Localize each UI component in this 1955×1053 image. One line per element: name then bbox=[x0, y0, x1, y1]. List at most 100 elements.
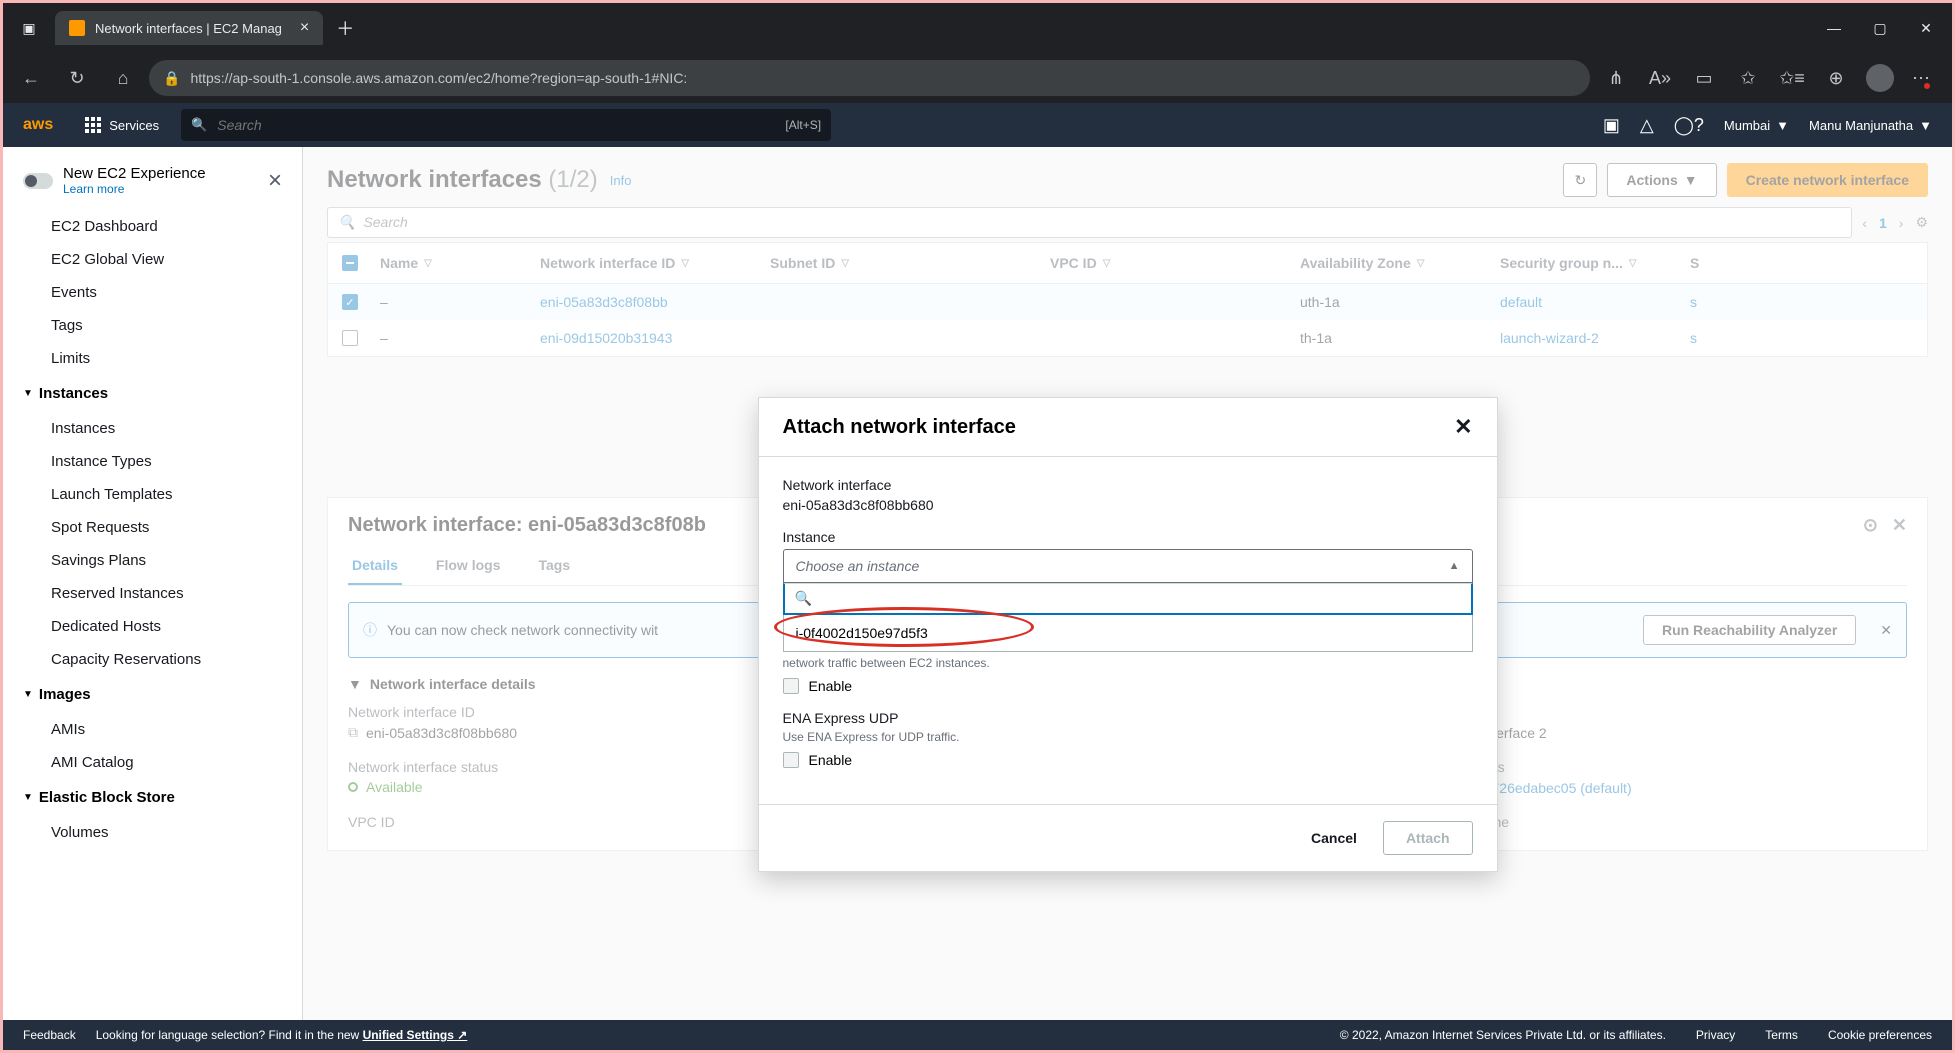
search-icon: 🔍 bbox=[795, 590, 812, 607]
sidebar-item-limits[interactable]: Limits bbox=[3, 342, 302, 375]
sidebar-item-savings-plans[interactable]: Savings Plans bbox=[3, 544, 302, 577]
cancel-button[interactable]: Cancel bbox=[1297, 821, 1371, 855]
instance-search-input[interactable]: 🔍 bbox=[783, 583, 1473, 615]
url-input[interactable]: 🔒 https://ap-south-1.console.aws.amazon.… bbox=[149, 60, 1590, 96]
instance-label: Instance bbox=[783, 529, 1473, 545]
modal-footer: Cancel Attach bbox=[759, 804, 1497, 871]
terms-link[interactable]: Terms bbox=[1765, 1028, 1798, 1042]
reader-icon[interactable]: ▭ bbox=[1684, 58, 1724, 98]
ena-help: Use ENA Express for UDP traffic. bbox=[783, 730, 1473, 744]
modal-close-icon[interactable]: ✕ bbox=[1454, 414, 1472, 440]
modal-body: Network interface eni-05a83d3c8f08bb680 … bbox=[759, 457, 1497, 804]
user-menu[interactable]: Manu Manjunatha▼ bbox=[1809, 118, 1932, 133]
sidebar-item-instances[interactable]: Instances bbox=[3, 412, 302, 445]
privacy-link[interactable]: Privacy bbox=[1696, 1028, 1735, 1042]
new-exp-label: New EC2 Experience bbox=[63, 165, 206, 182]
sidebar: New EC2 Experience Learn more × EC2 Dash… bbox=[3, 147, 303, 1020]
caret-down-icon: ▼ bbox=[23, 792, 33, 803]
sidebar-item-reserved-instances[interactable]: Reserved Instances bbox=[3, 577, 302, 610]
cookie-link[interactable]: Cookie preferences bbox=[1828, 1028, 1932, 1042]
sidebar-item-volumes[interactable]: Volumes bbox=[3, 816, 302, 849]
aws-search-input[interactable] bbox=[217, 117, 775, 133]
sidebar-item-instance-types[interactable]: Instance Types bbox=[3, 445, 302, 478]
chevron-down-icon: ▼ bbox=[1776, 118, 1789, 133]
sidebar-item-events[interactable]: Events bbox=[3, 276, 302, 309]
more-icon[interactable]: ⋯ bbox=[1904, 58, 1944, 98]
ena-enable-row: Enable bbox=[783, 752, 1473, 768]
maximize-icon[interactable]: ▢ bbox=[1862, 10, 1898, 46]
profile-icon[interactable] bbox=[1860, 58, 1900, 98]
sidebar-section-ebs[interactable]: ▼Elastic Block Store bbox=[3, 779, 302, 816]
aws-favicon-icon bbox=[69, 20, 85, 36]
modal-header: Attach network interface ✕ bbox=[759, 398, 1497, 457]
url-text: https://ap-south-1.console.aws.amazon.co… bbox=[190, 70, 687, 86]
enable-row: Enable bbox=[783, 678, 1473, 694]
tab-title: Network interfaces | EC2 Manag bbox=[95, 21, 282, 36]
home-icon[interactable]: ⌂ bbox=[103, 58, 143, 98]
aws-search-box[interactable]: 🔍 [Alt+S] bbox=[181, 109, 831, 141]
language-text: Looking for language selection? Find it … bbox=[96, 1028, 468, 1042]
help-icon[interactable]: ◯? bbox=[1674, 115, 1704, 136]
instance-option[interactable]: i-0f4002d150e97d5f3 bbox=[783, 615, 1473, 652]
new-tab-button[interactable]: ＋ bbox=[331, 14, 359, 42]
collections-icon[interactable]: ⊕ bbox=[1816, 58, 1856, 98]
sidebar-section-images[interactable]: ▼Images bbox=[3, 676, 302, 713]
sidebar-item-capacity-reservations[interactable]: Capacity Reservations bbox=[3, 643, 302, 676]
help-text: network traffic between EC2 instances. bbox=[783, 656, 1473, 670]
aws-navbar: aws Services 🔍 [Alt+S] ▣ △ ◯? Mumbai▼ Ma… bbox=[3, 103, 1952, 147]
close-window-icon[interactable]: ✕ bbox=[1908, 10, 1944, 46]
experience-toggle[interactable] bbox=[23, 173, 53, 189]
ni-value: eni-05a83d3c8f08bb680 bbox=[783, 497, 1473, 513]
copyright: © 2022, Amazon Internet Services Private… bbox=[1340, 1028, 1666, 1042]
region-selector[interactable]: Mumbai▼ bbox=[1724, 118, 1789, 133]
instance-select[interactable]: Choose an instance ▲ bbox=[783, 549, 1473, 583]
caret-down-icon: ▼ bbox=[23, 689, 33, 700]
close-icon[interactable]: × bbox=[268, 167, 282, 195]
sidebar-item-ami-catalog[interactable]: AMI Catalog bbox=[3, 746, 302, 779]
sidebar-item-dedicated-hosts[interactable]: Dedicated Hosts bbox=[3, 610, 302, 643]
favorite-icon[interactable]: ✩ bbox=[1728, 58, 1768, 98]
app-body: New EC2 Experience Learn more × EC2 Dash… bbox=[3, 147, 1952, 1020]
sidebar-item-tags[interactable]: Tags bbox=[3, 309, 302, 342]
voice-icon[interactable]: ⋔ bbox=[1596, 58, 1636, 98]
search-hint: [Alt+S] bbox=[785, 118, 821, 132]
browser-titlebar: ▣ Network interfaces | EC2 Manag × ＋ — ▢… bbox=[3, 3, 1952, 53]
services-grid-icon bbox=[85, 117, 101, 133]
back-icon[interactable]: ← bbox=[11, 58, 51, 98]
services-button[interactable]: Services bbox=[73, 103, 171, 147]
caret-down-icon: ▼ bbox=[23, 388, 33, 399]
attach-button[interactable]: Attach bbox=[1383, 821, 1473, 855]
refresh-icon[interactable]: ↻ bbox=[57, 58, 97, 98]
modal-backdrop: Attach network interface ✕ Network inter… bbox=[303, 147, 1952, 1020]
tab-close-icon[interactable]: × bbox=[300, 19, 309, 37]
aws-logo[interactable]: aws bbox=[23, 116, 53, 134]
sidebar-item-launch-templates[interactable]: Launch Templates bbox=[3, 478, 302, 511]
new-experience-banner: New EC2 Experience Learn more × bbox=[3, 159, 302, 210]
minimize-icon[interactable]: — bbox=[1816, 10, 1852, 46]
unified-settings-link[interactable]: Unified Settings ↗ bbox=[363, 1028, 468, 1042]
enable-checkbox[interactable] bbox=[783, 678, 799, 694]
browser-tab[interactable]: Network interfaces | EC2 Manag × bbox=[55, 11, 323, 45]
ni-label: Network interface bbox=[783, 477, 1473, 493]
chevron-up-icon: ▲ bbox=[1449, 560, 1460, 572]
ena-enable-checkbox[interactable] bbox=[783, 752, 799, 768]
read-aloud-icon[interactable]: A» bbox=[1640, 58, 1680, 98]
ena-enable-label: Enable bbox=[809, 752, 853, 768]
cloudshell-icon[interactable]: ▣ bbox=[1603, 115, 1620, 136]
sidebar-section-instances[interactable]: ▼Instances bbox=[3, 375, 302, 412]
sidebar-item-dashboard[interactable]: EC2 Dashboard bbox=[3, 210, 302, 243]
sidebar-item-global-view[interactable]: EC2 Global View bbox=[3, 243, 302, 276]
search-icon: 🔍 bbox=[191, 117, 207, 133]
modal-title: Attach network interface bbox=[783, 416, 1016, 439]
attach-interface-modal: Attach network interface ✕ Network inter… bbox=[758, 397, 1498, 872]
sidebar-item-spot-requests[interactable]: Spot Requests bbox=[3, 511, 302, 544]
notifications-icon[interactable]: △ bbox=[1640, 115, 1654, 136]
footer: Feedback Looking for language selection?… bbox=[3, 1020, 1952, 1050]
chevron-down-icon: ▼ bbox=[1919, 118, 1932, 133]
sidebar-toggle-icon[interactable]: ▣ bbox=[11, 10, 47, 46]
sidebar-item-amis[interactable]: AMIs bbox=[3, 713, 302, 746]
feedback-link[interactable]: Feedback bbox=[23, 1028, 76, 1042]
favorites-bar-icon[interactable]: ✩≡ bbox=[1772, 58, 1812, 98]
main-content: Network interfaces (1/2) Info ↻ Actions … bbox=[303, 147, 1952, 1020]
learn-more-link[interactable]: Learn more bbox=[63, 182, 206, 196]
